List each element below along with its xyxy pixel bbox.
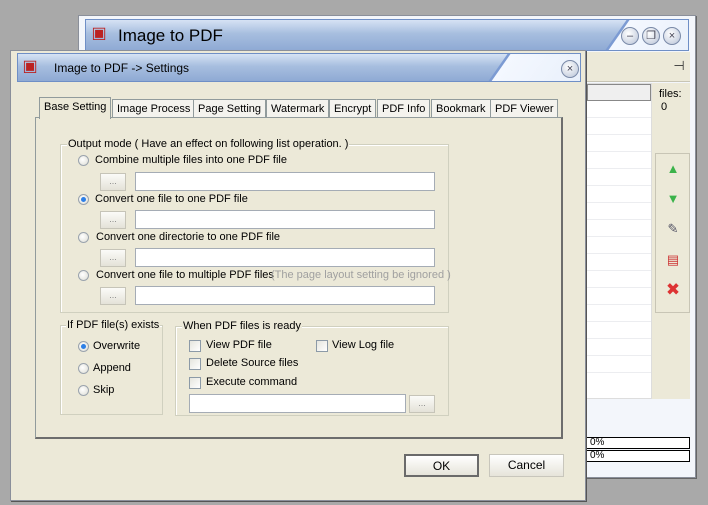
list-header[interactable]: [587, 84, 651, 101]
progress-bar-2: 0%: [586, 450, 690, 462]
output-mode-legend: Output mode ( Have an effect on followin…: [67, 138, 350, 150]
radio-directory[interactable]: [78, 232, 89, 243]
tab-pdf-info[interactable]: PDF Info: [377, 99, 431, 118]
list-row[interactable]: [587, 356, 651, 373]
if-exists-group: If PDF file(s) exists Overwrite Append S…: [60, 319, 163, 415]
ok-button[interactable]: OK: [404, 454, 479, 477]
clear-all-icon[interactable]: ✖: [665, 281, 681, 298]
list-row[interactable]: [587, 254, 651, 271]
list-row[interactable]: [587, 118, 651, 135]
when-ready-group: When PDF files is ready View PDF file Vi…: [175, 320, 449, 416]
combine-path-input[interactable]: [135, 172, 435, 191]
edit-file-icon[interactable]: ✎: [665, 222, 681, 236]
label-append: Append: [93, 362, 131, 374]
remove-file-icon[interactable]: ▤: [665, 253, 681, 267]
list-row[interactable]: [587, 339, 651, 356]
app-logo-icon: ▣: [91, 25, 107, 42]
list-row[interactable]: [587, 237, 651, 254]
view-pdf-checkbox[interactable]: [189, 340, 201, 352]
base-setting-panel: Output mode ( Have an effect on followin…: [35, 117, 563, 439]
execute-command-checkbox[interactable]: [189, 377, 201, 389]
label-directory: Convert one directorie to one PDF file: [96, 231, 281, 243]
files-count: 0: [661, 101, 668, 113]
tab-base-setting[interactable]: Base Setting: [39, 97, 112, 119]
multiple-path-input[interactable]: [135, 286, 435, 305]
list-row[interactable]: [587, 322, 651, 339]
tab-page-setting[interactable]: Page Setting: [193, 99, 266, 118]
main-window-title: Image to PDF: [118, 26, 223, 45]
move-down-icon[interactable]: ▼: [665, 192, 681, 206]
list-row[interactable]: [587, 186, 651, 203]
view-pdf-label: View PDF file: [206, 339, 272, 351]
output-mode-group: Output mode ( Have an effect on followin…: [60, 138, 451, 313]
close-dialog-button[interactable]: ×: [561, 60, 579, 78]
restore-button[interactable]: ❐: [642, 27, 660, 45]
directory-path-input[interactable]: [135, 248, 435, 267]
list-row[interactable]: [587, 271, 651, 288]
app-logo-icon: ▣: [22, 58, 38, 75]
list-row[interactable]: [587, 152, 651, 169]
list-row[interactable]: [587, 203, 651, 220]
browse-multiple-button[interactable]: ...: [100, 287, 126, 305]
delete-source-checkbox[interactable]: [189, 358, 201, 370]
label-skip: Skip: [93, 384, 115, 396]
tab-watermark[interactable]: Watermark: [266, 99, 330, 118]
browse-one-to-one-button[interactable]: ...: [100, 211, 126, 229]
tab-bookmark[interactable]: Bookmark: [431, 99, 491, 118]
list-row[interactable]: [587, 305, 651, 322]
tab-encrypt[interactable]: Encrypt: [329, 99, 377, 118]
page-layout-note: (The page layout setting be ignored ): [271, 269, 451, 281]
radio-one-to-one[interactable]: [78, 194, 89, 205]
label-combine: Combine multiple files into one PDF file: [95, 154, 287, 166]
pin-icon[interactable]: ⊣: [671, 59, 687, 73]
label-one-to-one: Convert one file to one PDF file: [95, 193, 248, 205]
list-row[interactable]: [587, 220, 651, 237]
radio-overwrite[interactable]: [78, 341, 89, 352]
move-up-icon[interactable]: ▲: [665, 162, 681, 176]
label-one-to-multiple: Convert one file to multiple PDF files: [96, 269, 274, 281]
browse-command-button[interactable]: ...: [409, 395, 435, 413]
radio-one-to-multiple[interactable]: [78, 270, 89, 281]
files-label: files:: [659, 88, 682, 100]
close-main-button[interactable]: ×: [663, 27, 681, 45]
main-titlebar[interactable]: ▣ Image to PDF – ❐ ×: [85, 19, 689, 51]
command-input[interactable]: [189, 394, 406, 413]
list-row[interactable]: [587, 101, 651, 118]
one-to-one-path-input[interactable]: [135, 210, 435, 229]
side-button-panel: ▲ ▼ ✎ ▤ ✖: [655, 153, 690, 313]
cancel-button[interactable]: Cancel: [489, 454, 564, 477]
file-list[interactable]: [586, 83, 652, 399]
dialog-titlebar[interactable]: ▣ Image to PDF -> Settings ×: [17, 53, 581, 82]
view-log-checkbox[interactable]: [316, 340, 328, 352]
label-overwrite: Overwrite: [93, 340, 141, 352]
tab-image-process[interactable]: Image Process: [112, 99, 196, 118]
execute-command-label: Execute command: [206, 376, 298, 388]
browse-directory-button[interactable]: ...: [100, 249, 126, 267]
list-row[interactable]: [587, 169, 651, 186]
radio-skip[interactable]: [78, 385, 89, 396]
delete-source-label: Delete Source files: [206, 357, 299, 369]
list-row[interactable]: [587, 288, 651, 305]
progress-bar-1: 0%: [586, 437, 690, 449]
settings-dialog: ▣ Image to PDF -> Settings × Base Settin…: [10, 50, 586, 501]
tab-pdf-viewer[interactable]: PDF Viewer: [490, 99, 559, 118]
if-exists-legend: If PDF file(s) exists: [66, 319, 161, 331]
dialog-title: Image to PDF -> Settings: [54, 61, 190, 75]
when-ready-legend: When PDF files is ready: [182, 320, 302, 332]
minimize-button[interactable]: –: [621, 27, 639, 45]
view-log-label: View Log file: [332, 339, 395, 351]
radio-append[interactable]: [78, 363, 89, 374]
radio-combine[interactable]: [78, 155, 89, 166]
browse-combine-button[interactable]: ...: [100, 173, 126, 191]
list-row[interactable]: [587, 135, 651, 152]
